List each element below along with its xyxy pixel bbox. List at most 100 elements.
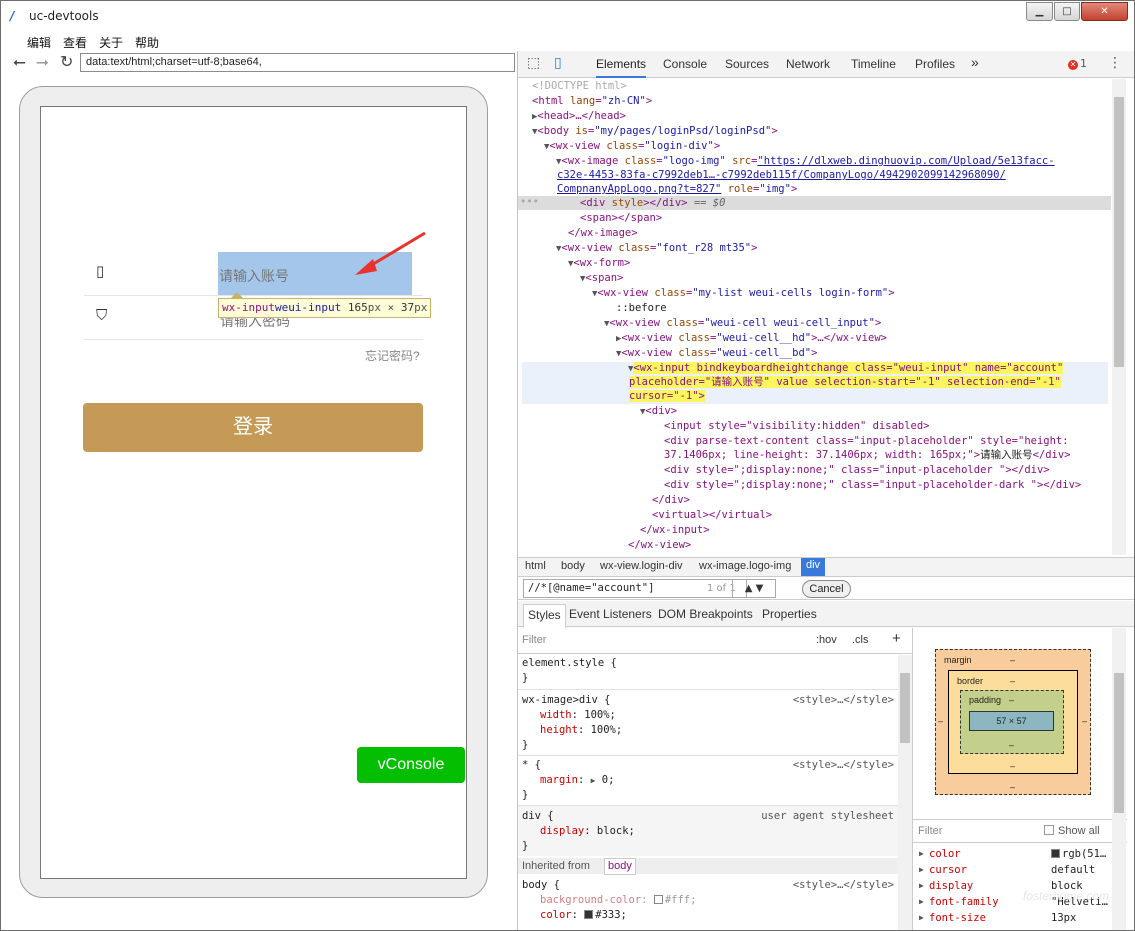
computed-filter-input[interactable]: Filter xyxy=(918,825,942,837)
dom-line[interactable]: ▼<wx-view class="weui-cell__bd"> xyxy=(616,346,817,362)
dom-line[interactable]: ▼<wx-form> xyxy=(568,256,630,272)
color-swatch[interactable] xyxy=(653,895,663,904)
dom-line[interactable]: ▼<wx-view class="my-list weui-cells logi… xyxy=(592,286,895,302)
close-button[interactable]: ✕ xyxy=(1081,2,1128,21)
dom-line[interactable]: </wx-view> xyxy=(628,538,691,553)
rule-close: } xyxy=(522,789,529,801)
inherited-from-link[interactable]: body xyxy=(604,858,636,875)
tab-console[interactable]: Console xyxy=(663,57,707,71)
vconsole-button[interactable]: vConsole xyxy=(357,747,465,783)
tab-profiles[interactable]: Profiles xyxy=(915,57,955,71)
login-button[interactable]: 登录 xyxy=(83,403,423,452)
crumb-body[interactable]: body xyxy=(561,560,585,572)
tab-styles[interactable]: Styles xyxy=(523,604,566,628)
rule-element-style[interactable]: element.style { xyxy=(522,656,617,671)
maximize-button[interactable]: □ xyxy=(1054,2,1080,21)
dom-line[interactable]: ▶<wx-view class="weui-cell__hd">…</wx-vi… xyxy=(616,331,887,347)
css-property[interactable]: color: #333; xyxy=(540,908,627,923)
kebab-menu-icon[interactable]: ⋮ xyxy=(1108,55,1122,71)
crumb-html[interactable]: html xyxy=(525,560,546,572)
crumb-div[interactable]: div xyxy=(801,558,826,576)
tab-sources[interactable]: Sources xyxy=(725,57,769,71)
crumb-login-div[interactable]: wx-view.login-div xyxy=(600,560,683,572)
css-property[interactable]: background-color: #fff; xyxy=(540,893,696,908)
error-count-badge[interactable]: ✕ 1 xyxy=(1068,57,1087,70)
forgot-password-link[interactable]: 忘记密码? xyxy=(365,347,420,364)
tab-elements[interactable]: Elements xyxy=(596,57,647,78)
dom-line[interactable]: <!DOCTYPE html> xyxy=(532,79,627,94)
dom-line[interactable]: <input style="visibility:hidden" disable… xyxy=(664,419,930,434)
dom-line[interactable]: placeholder="请输入账号" value selection-star… xyxy=(629,375,1061,390)
computed-styles-list: ▶ color rgb(51… ▶ cursor default ▶ display blo… xyxy=(919,848,1108,924)
dom-line[interactable]: <div parse-text-content class="input-pla… xyxy=(664,434,1069,449)
cancel-button[interactable]: Cancel xyxy=(802,580,851,598)
hov-toggle[interactable]: :hov xyxy=(816,634,837,646)
scroll-thumb[interactable] xyxy=(1114,97,1124,367)
search-nav-buttons[interactable]: ▲ ▼ xyxy=(732,579,776,598)
dom-line[interactable]: <span></span> xyxy=(580,211,662,226)
rule-source-link[interactable]: <style>…</style> xyxy=(793,693,894,708)
dom-line[interactable]: <html lang="zh-CN"> xyxy=(532,94,652,109)
account-input[interactable]: 请输入账号 xyxy=(219,266,289,286)
tab-timeline[interactable]: Timeline xyxy=(851,57,896,71)
dom-line[interactable]: ▼<wx-view class="font_r28 mt35"> xyxy=(556,241,757,257)
menu-edit[interactable]: 编辑 xyxy=(27,34,51,51)
tab-network[interactable]: Network xyxy=(786,57,830,71)
rule-source-link[interactable]: <style>…</style> xyxy=(793,878,894,893)
styles-scrollbar[interactable] xyxy=(898,655,912,930)
add-rule-button[interactable]: + xyxy=(892,630,901,647)
dom-line[interactable]: ▼<wx-view class="login-div"> xyxy=(544,139,720,155)
dom-line[interactable]: <virtual></virtual> xyxy=(652,508,772,523)
css-property[interactable]: height: 100%; xyxy=(540,723,622,738)
menu-view[interactable]: 查看 xyxy=(63,34,87,51)
dom-line[interactable]: ::before xyxy=(616,301,667,316)
dom-line[interactable]: <div style></div> == $0 xyxy=(580,196,725,211)
scroll-thumb[interactable] xyxy=(900,673,910,743)
menu-help[interactable]: 帮助 xyxy=(135,34,159,51)
dom-line[interactable]: CompnanyAppLogo.png?t=827" role="img"> xyxy=(557,182,797,197)
computed-scrollbar[interactable] xyxy=(1112,628,1126,930)
arrow-left-icon[interactable]: ⭠ xyxy=(13,53,26,71)
dom-line[interactable]: </wx-image> xyxy=(568,226,638,241)
css-property[interactable]: margin: ▶ 0; xyxy=(540,773,614,789)
dom-line[interactable]: ▼<span> xyxy=(580,271,623,287)
dom-line[interactable]: ▼<body is="my/pages/loginPsd/loginPsd"> xyxy=(532,124,778,140)
rule-source-link[interactable]: <style>…</style> xyxy=(793,758,894,773)
tab-properties[interactable]: Properties xyxy=(762,607,817,621)
dom-line[interactable]: <div style=";display:none;" class="input… xyxy=(664,463,1050,478)
inspect-element-icon[interactable]: ⬚ xyxy=(527,55,540,71)
arrow-right-icon[interactable]: ⭢ xyxy=(36,53,49,71)
more-tabs-icon[interactable]: » xyxy=(971,54,979,70)
tab-event-listeners[interactable]: Event Listeners xyxy=(569,607,652,621)
minimize-button[interactable]: ▁ xyxy=(1026,2,1053,21)
checkbox-icon[interactable] xyxy=(1044,825,1054,835)
dom-line[interactable]: c32e-4453-83fa-c7992deb1…-c7992deb115f/C… xyxy=(557,168,1006,183)
url-input[interactable]: data:text/html;charset=utf-8;base64, xyxy=(80,53,515,72)
scroll-thumb[interactable] xyxy=(1114,673,1124,813)
show-all-checkbox[interactable]: Show all xyxy=(1044,825,1100,837)
rule-selector[interactable]: body { xyxy=(522,878,560,893)
ellipsis-icon[interactable]: ••• xyxy=(520,195,539,210)
css-property[interactable]: display: block; xyxy=(540,824,635,839)
dom-line[interactable]: </div> xyxy=(652,493,690,508)
cls-toggle[interactable]: .cls xyxy=(852,634,869,646)
rule-selector[interactable]: wx-image>div { xyxy=(522,693,611,708)
device-mode-icon[interactable]: ▯ xyxy=(554,55,562,71)
menu-about[interactable]: 关于 xyxy=(99,34,123,51)
tab-dom-breakpoints[interactable]: DOM Breakpoints xyxy=(658,607,753,621)
css-property[interactable]: width: 100%; xyxy=(540,708,616,723)
dom-line[interactable]: </wx-input> xyxy=(640,523,710,538)
dom-line[interactable]: 37.1406px; line-height: 37.1406px; width… xyxy=(664,448,1071,463)
rule-selector[interactable]: div { xyxy=(522,809,554,824)
styles-filter-input[interactable]: Filter xyxy=(522,634,546,646)
dom-line[interactable]: ▶<head>…</head> xyxy=(532,109,626,125)
dom-line[interactable]: ▼<wx-view class="weui-cell weui-cell_inp… xyxy=(604,316,881,332)
color-swatch[interactable] xyxy=(584,910,594,919)
dom-scrollbar[interactable] xyxy=(1112,79,1126,555)
dom-line[interactable]: <div style=";display:none;" class="input… xyxy=(664,478,1081,493)
dom-line[interactable]: cursor="-1"> xyxy=(629,389,705,404)
dom-line[interactable]: ▼<div> xyxy=(640,404,677,420)
rule-selector[interactable]: * { xyxy=(522,758,541,773)
crumb-logo-img[interactable]: wx-image.logo-img xyxy=(699,560,791,572)
reload-icon[interactable]: ↻ xyxy=(60,53,73,71)
